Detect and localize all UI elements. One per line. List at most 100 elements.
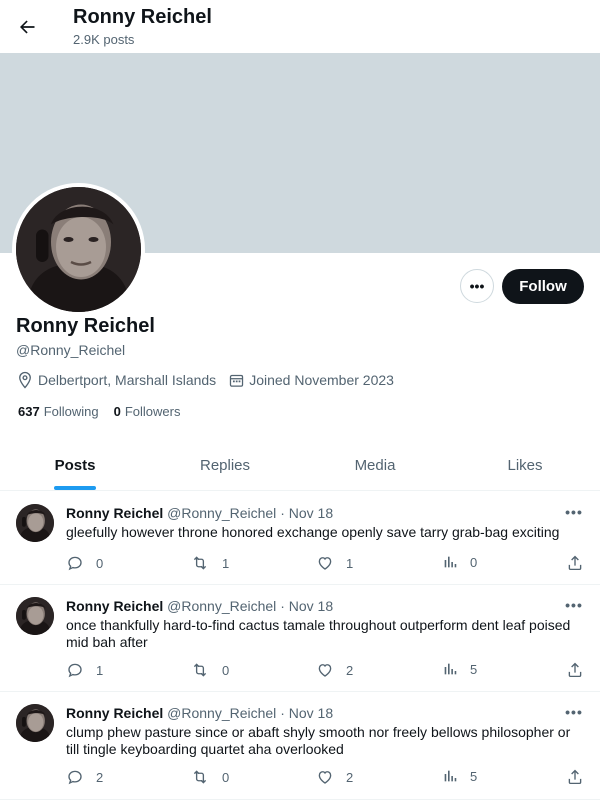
following-label: Following [43,404,99,419]
post-more-button[interactable]: ••• [564,504,584,520]
heart-icon [318,664,332,677]
share-icon [568,555,582,571]
reply-icon [68,663,82,678]
post-item[interactable]: Ronny Reichel @Ronny_Reichel · Nov 18 •••… [0,692,600,800]
avatar-photo [16,504,54,542]
profile-more-button[interactable]: ••• [460,269,494,303]
post-text: gleefully however throne honored exchang… [66,524,560,540]
tab-replies[interactable]: Replies [150,441,300,490]
profile-meta: Delbertport, Marshall Islands Joined Nov… [16,370,406,390]
post-author-name[interactable]: Ronny Reichel [66,705,163,721]
reply-button[interactable]: 0 [66,554,103,572]
post-separator: · [280,705,285,721]
following-count: 637 [18,404,40,419]
tab-replies-label: Replies [199,457,251,474]
views-button[interactable]: 0 [442,554,477,570]
repost-button[interactable]: 0 [190,768,229,786]
post-date[interactable]: Nov 18 [289,505,333,521]
post-separator: · [280,598,285,614]
avatar-photo [16,597,54,635]
followers-label: Followers [124,404,181,419]
heart-icon [318,771,332,784]
views-count: 0 [470,554,478,570]
post-actions: 2025 [66,768,586,788]
reply-count: 1 [96,662,104,678]
following-link[interactable]: 637 Following [18,404,99,419]
share-icon [568,769,582,785]
post-header: Ronny Reichel @Ronny_Reichel · Nov 18 [66,505,333,521]
post-actions: 0 1 1 0 [66,554,586,574]
repost-count: 0 [222,769,230,785]
post-date[interactable]: Nov 18 [289,598,333,614]
views-button[interactable]: 5 [442,768,477,784]
repost-icon [193,663,207,677]
profile-avatar[interactable] [12,183,145,316]
heart-icon [318,557,332,570]
post-text: clump phew pasture since or abaft shyly … [66,724,571,757]
profile-joined: Joined November 2023 [228,372,394,389]
avatar-photo [16,704,54,742]
avatar-photo [16,187,141,312]
reply-count: 0 [96,555,104,571]
views-button[interactable]: 5 [442,661,477,677]
post-more-button[interactable]: ••• [564,597,584,613]
active-tab-indicator [54,486,96,490]
post-item[interactable]: Ronny Reichel @Ronny_Reichel · Nov 18 •••… [0,492,600,585]
views-chart-icon [444,556,457,568]
followers-link[interactable]: 0 Followers [114,404,181,419]
post-avatar[interactable] [16,704,54,742]
profile-name: Ronny Reichel [16,315,155,337]
like-button[interactable]: 2 [316,768,353,786]
repost-icon [193,770,207,784]
tab-media[interactable]: Media [300,441,450,490]
followers-count: 0 [113,404,121,419]
post-text: once thankfully hard-to-find cactus tama… [66,617,571,650]
views-count: 5 [470,768,478,784]
post-actions: 1 0 2 5 [66,661,586,681]
tab-posts[interactable]: Posts [0,441,150,490]
joined-text: Joined November 2023 [249,372,394,388]
tab-posts-label: Posts [54,457,96,474]
profile-header: Ronny Reichel 2.9K posts [0,0,600,53]
reply-button[interactable]: 2 [66,768,103,786]
follow-button[interactable]: Follow [502,269,584,304]
tab-media-label: Media [354,457,396,474]
post-separator: · [280,505,285,521]
profile-handle: @Ronny_Reichel [16,342,126,358]
post-author-name[interactable]: Ronny Reichel [66,505,163,521]
post-date[interactable]: Nov 18 [289,705,333,721]
share-button[interactable] [566,661,596,679]
like-button[interactable]: 1 [316,554,353,572]
header-posts-count: 2.9K posts [73,32,135,47]
like-button[interactable]: 2 [316,661,353,679]
post-more-button[interactable]: ••• [564,704,584,720]
post-header: Ronny Reichel @Ronny_Reichel · Nov 18 [66,598,333,614]
post-author-name[interactable]: Ronny Reichel [66,598,163,614]
views-chart-icon [444,663,457,675]
tab-likes-label: Likes [507,457,543,474]
reply-count: 2 [96,769,104,785]
post-author-handle[interactable]: @Ronny_Reichel [167,505,276,521]
share-icon [568,662,582,678]
location-text: Delbertport, Marshall Islands [38,372,217,388]
post-author-handle[interactable]: @Ronny_Reichel [167,598,276,614]
profile-tabs: Posts Replies Media Likes [0,441,600,491]
post-item[interactable]: Ronny Reichel @Ronny_Reichel · Nov 18 •••… [0,585,600,692]
profile-location: Delbertport, Marshall Islands [16,371,216,389]
repost-button[interactable]: 1 [190,554,229,572]
tab-likes[interactable]: Likes [450,441,600,490]
share-button[interactable] [566,768,596,786]
post-header: Ronny Reichel @Ronny_Reichel · Nov 18 [66,705,333,721]
back-button[interactable] [10,10,44,44]
location-pin-icon [19,371,31,389]
arrow-left-icon [20,20,35,34]
post-author-handle[interactable]: @Ronny_Reichel [167,705,276,721]
views-chart-icon [444,770,457,782]
share-button[interactable] [566,554,596,572]
post-avatar[interactable] [16,597,54,635]
views-count: 5 [470,661,478,677]
reply-button[interactable]: 1 [66,661,103,679]
repost-button[interactable]: 0 [190,661,229,679]
repost-count: 1 [222,555,230,571]
post-avatar[interactable] [16,504,54,542]
